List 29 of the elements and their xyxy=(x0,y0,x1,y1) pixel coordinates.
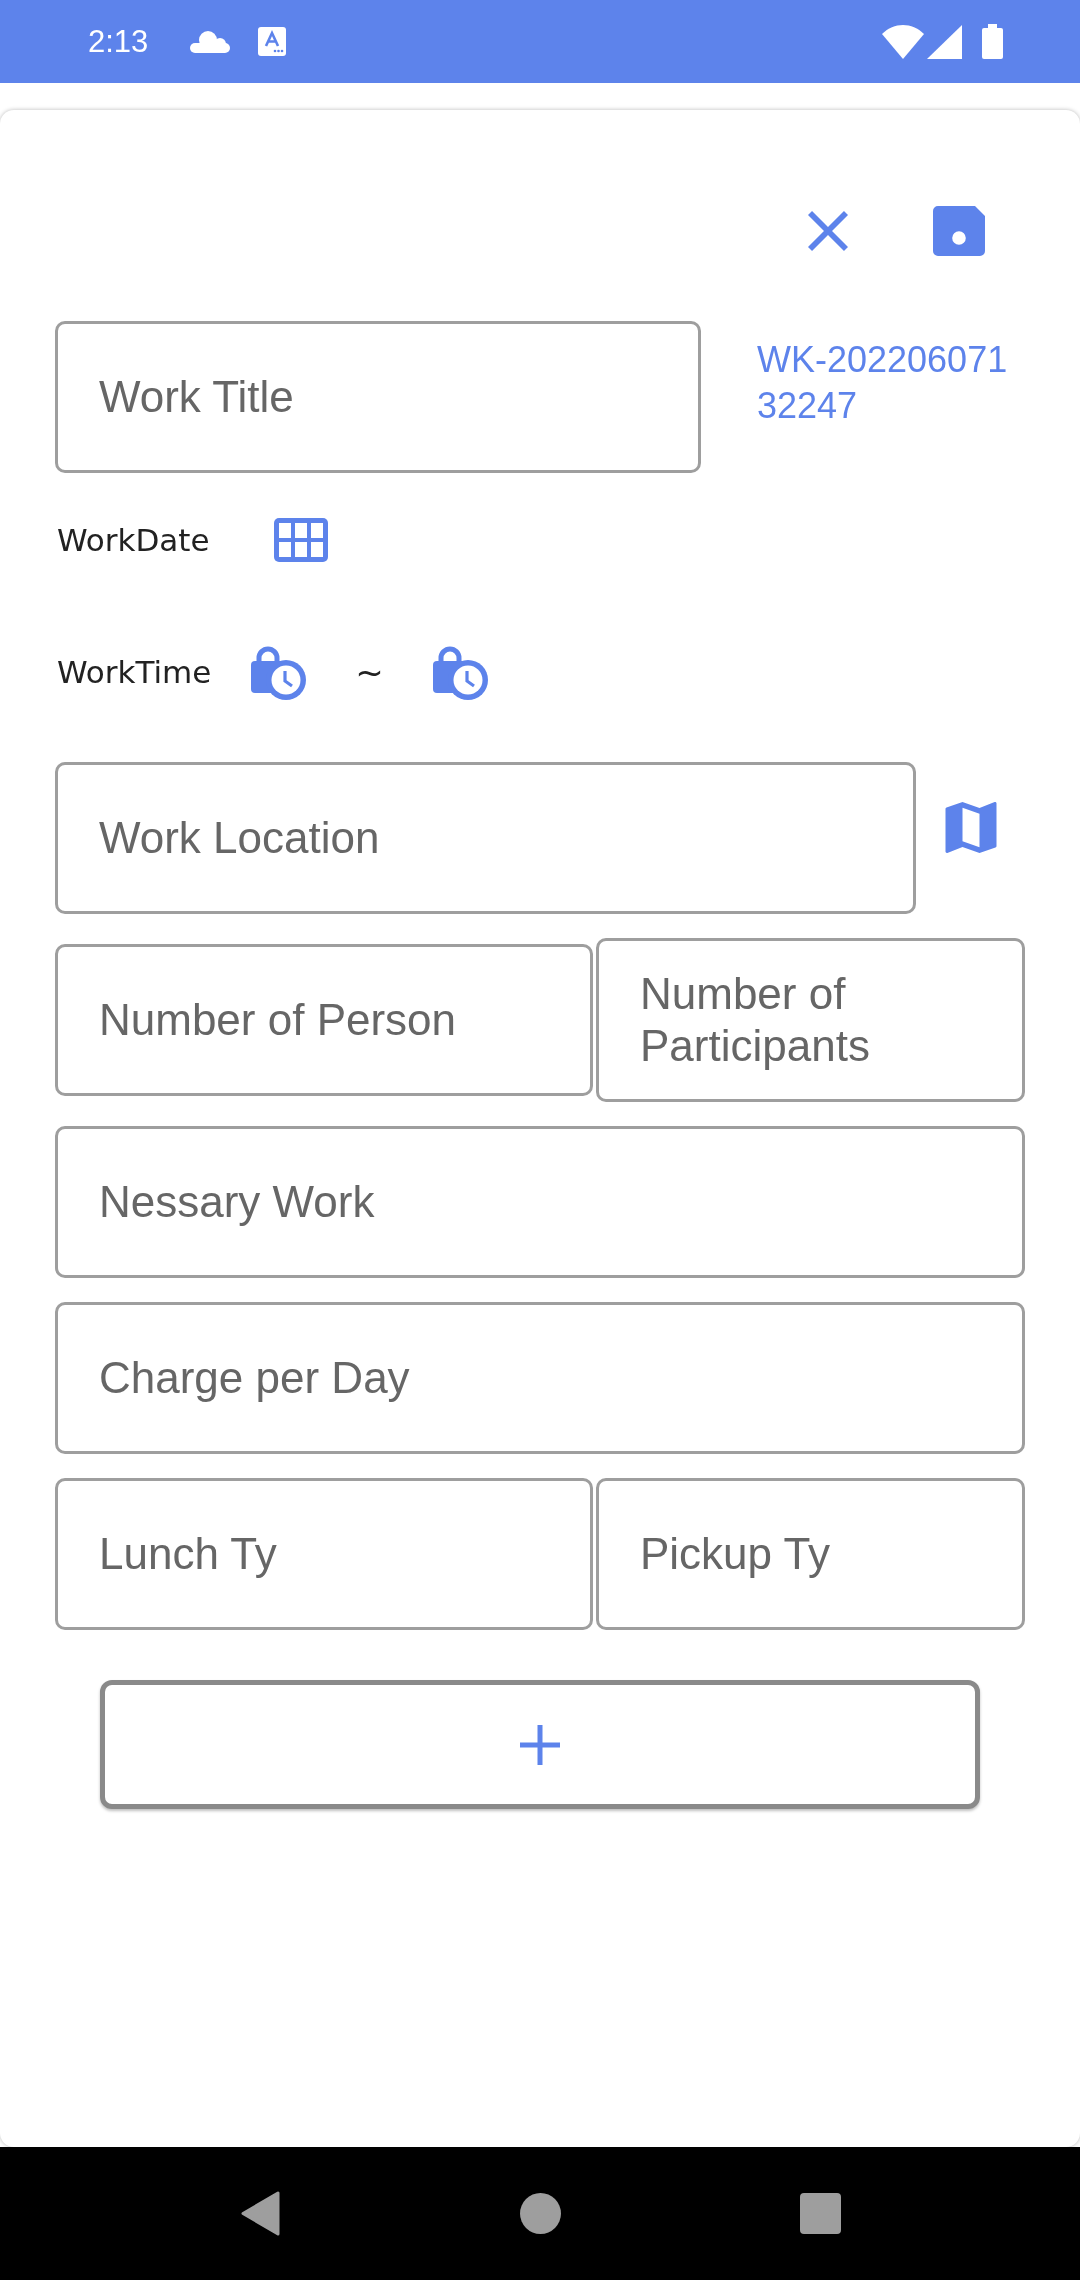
title-field[interactable]: Work Title xyxy=(55,321,701,473)
home-icon xyxy=(519,2193,561,2234)
letter-tile-icon xyxy=(258,27,287,56)
location-field[interactable]: Work Location xyxy=(55,762,916,914)
input-field[interactable]: Pickup Ty xyxy=(596,1478,1025,1630)
add-button[interactable] xyxy=(100,1680,980,1809)
signal-icon xyxy=(927,24,962,59)
work-time-label: WorkTime xyxy=(56,653,213,692)
cloud-icon xyxy=(190,30,231,53)
calendar-grid-icon[interactable] xyxy=(274,518,328,562)
lock-clock-icon[interactable] xyxy=(433,644,488,700)
input-field[interactable]: Number of Participants xyxy=(596,938,1025,1102)
range-separator: ~ xyxy=(354,652,385,692)
plus-icon xyxy=(520,1724,560,1765)
wifi-icon xyxy=(882,24,924,59)
input-field[interactable]: Lunch Ty xyxy=(55,1478,593,1630)
input-field[interactable]: Number of Person xyxy=(55,944,593,1096)
back-icon xyxy=(240,2191,280,2236)
status-time: 2:13 xyxy=(88,23,149,60)
work-date-label: WorkDate xyxy=(56,521,211,560)
input-field[interactable]: Charge per Day xyxy=(55,1302,1025,1454)
work-code: WK-20220607132247 xyxy=(757,338,1009,428)
battery-icon xyxy=(982,24,1003,59)
save-icon xyxy=(933,206,985,256)
map-icon[interactable] xyxy=(945,802,997,853)
recents-icon xyxy=(799,2193,841,2234)
close-icon xyxy=(808,211,848,251)
input-field[interactable]: Nessary Work xyxy=(55,1126,1025,1278)
lock-clock-icon[interactable] xyxy=(251,644,306,700)
